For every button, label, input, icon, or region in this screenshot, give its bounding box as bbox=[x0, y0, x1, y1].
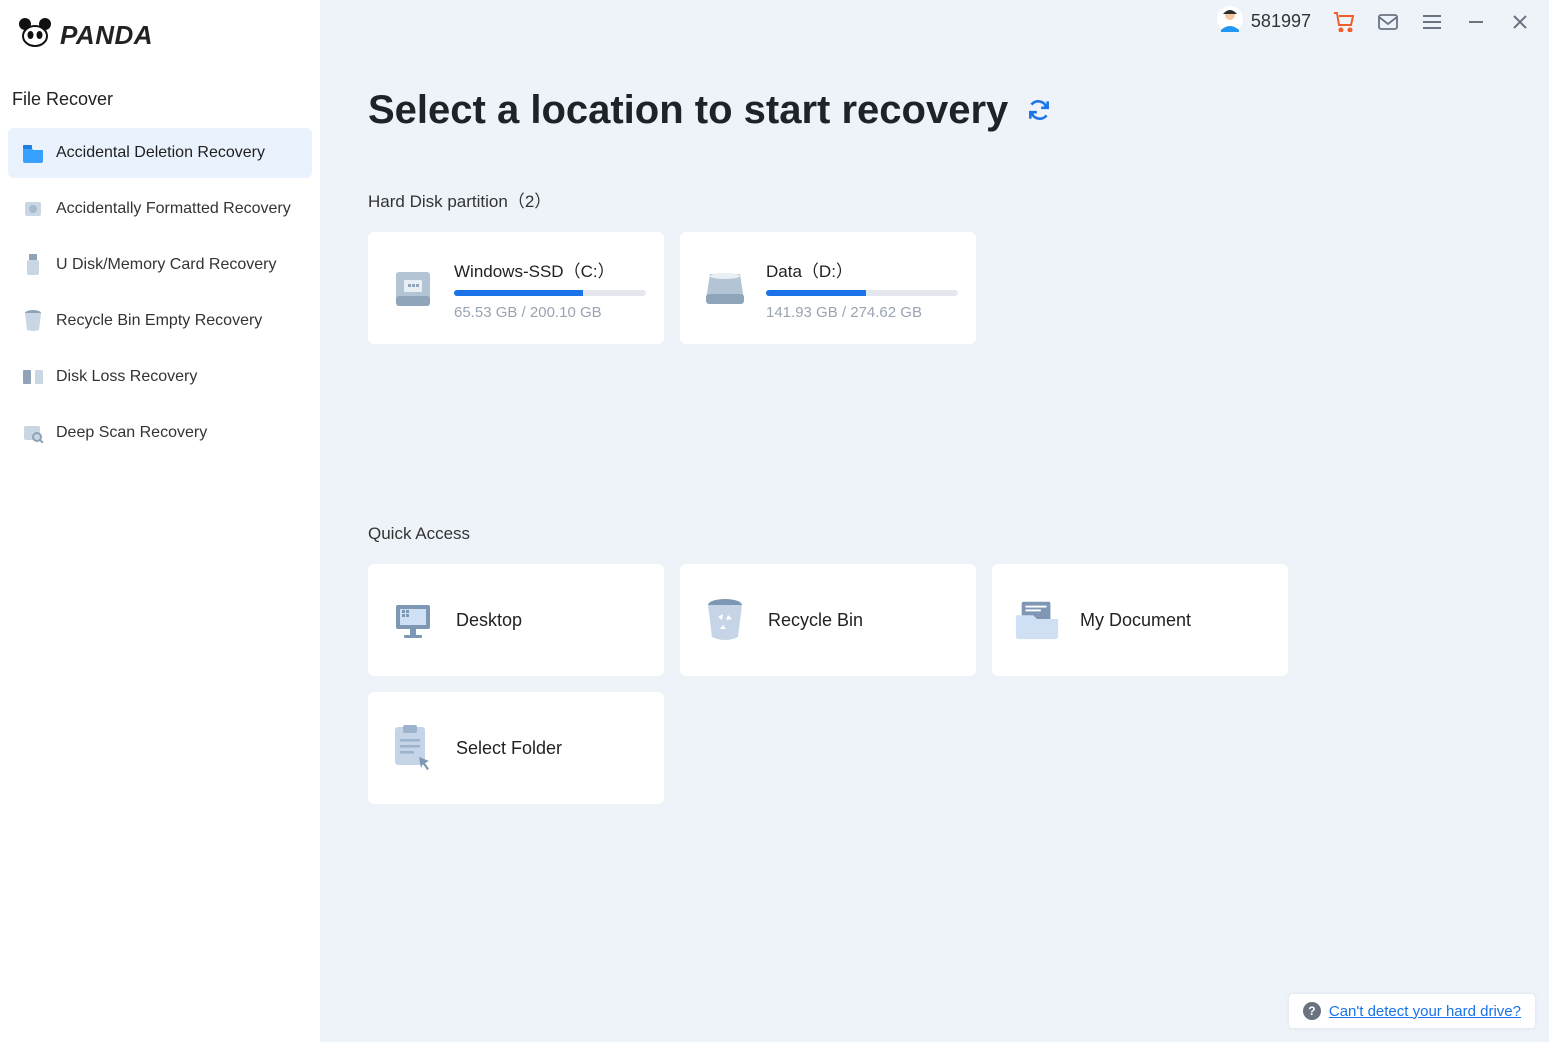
recycle-bin-icon bbox=[702, 597, 748, 643]
help-link[interactable]: Can't detect your hard drive? bbox=[1329, 1003, 1521, 1020]
sidebar-item-label: Recycle Bin Empty Recovery bbox=[56, 312, 262, 330]
partitions-heading: Hard Disk partition（2） bbox=[368, 187, 1501, 212]
sidebar-item-deep-scan[interactable]: Deep Scan Recovery bbox=[8, 408, 312, 458]
search-disk-icon bbox=[22, 422, 44, 444]
qa-card-select-folder[interactable]: Select Folder bbox=[368, 692, 664, 804]
sidebar-item-label: U Disk/Memory Card Recovery bbox=[56, 256, 276, 274]
sidebar-item-label: Accidentally Formatted Recovery bbox=[56, 200, 291, 218]
sidebar-item-usb[interactable]: U Disk/Memory Card Recovery bbox=[8, 240, 312, 290]
qa-card-desktop[interactable]: Desktop bbox=[368, 564, 664, 676]
sidebar-item-recycle-bin[interactable]: Recycle Bin Empty Recovery bbox=[8, 296, 312, 346]
page-title: Select a location to start recovery bbox=[368, 88, 1008, 133]
qa-label: Recycle Bin bbox=[768, 610, 863, 631]
sidebar-section-title: File Recover bbox=[8, 77, 312, 128]
partition-letter: （D:） bbox=[802, 262, 853, 281]
minimize-icon[interactable] bbox=[1465, 11, 1487, 33]
partition-progress-fill bbox=[766, 290, 866, 296]
desktop-monitor-icon bbox=[390, 597, 436, 643]
partition-card-c[interactable]: Windows-SSD（C:） 65.53 GB / 200.10 GB bbox=[368, 232, 664, 344]
select-folder-icon bbox=[390, 725, 436, 771]
folder-icon bbox=[22, 142, 44, 164]
qa-card-recycle-bin[interactable]: Recycle Bin bbox=[680, 564, 976, 676]
partition-card-d[interactable]: Data（D:） 141.93 GB / 274.62 GB bbox=[680, 232, 976, 344]
qa-card-my-document[interactable]: My Document bbox=[992, 564, 1288, 676]
disk-icon bbox=[22, 198, 44, 220]
partition-letter: （C:） bbox=[564, 262, 615, 281]
broken-disk-icon bbox=[22, 366, 44, 388]
panda-logo-icon bbox=[18, 18, 52, 53]
logo: PANDA bbox=[8, 14, 312, 77]
sidebar-nav: Accidental Deletion Recovery Accidentall… bbox=[8, 128, 312, 458]
user-id: 581997 bbox=[1251, 11, 1311, 32]
quick-access-section: Quick Access Desktop Recycle Bin My Docu… bbox=[368, 524, 1501, 804]
partition-name: Windows-SSD bbox=[454, 262, 564, 281]
usb-icon bbox=[22, 254, 44, 276]
sidebar-item-label: Deep Scan Recovery bbox=[56, 424, 207, 442]
mail-icon[interactable] bbox=[1377, 11, 1399, 33]
sidebar-item-label: Disk Loss Recovery bbox=[56, 368, 197, 386]
help-question-icon: ? bbox=[1303, 1002, 1321, 1020]
qa-label: Desktop bbox=[456, 610, 522, 631]
user-badge[interactable]: 581997 bbox=[1217, 6, 1311, 37]
cart-icon[interactable] bbox=[1333, 11, 1355, 33]
brand-text: PANDA bbox=[60, 20, 153, 51]
drive-icon bbox=[702, 266, 748, 312]
trash-icon bbox=[22, 310, 44, 332]
close-icon[interactable] bbox=[1509, 11, 1531, 33]
avatar-icon bbox=[1217, 6, 1243, 37]
quick-access-cards: Desktop Recycle Bin My Document Select F… bbox=[368, 564, 1501, 804]
document-folder-icon bbox=[1014, 597, 1060, 643]
qa-label: Select Folder bbox=[456, 738, 562, 759]
menu-icon[interactable] bbox=[1421, 11, 1443, 33]
sidebar-item-label: Accidental Deletion Recovery bbox=[56, 144, 265, 162]
partition-progress bbox=[766, 290, 958, 296]
sidebar-item-accidental-deletion[interactable]: Accidental Deletion Recovery bbox=[8, 128, 312, 178]
partition-progress-fill bbox=[454, 290, 583, 296]
qa-label: My Document bbox=[1080, 610, 1191, 631]
sidebar-item-formatted[interactable]: Accidentally Formatted Recovery bbox=[8, 184, 312, 234]
sidebar-item-disk-loss[interactable]: Disk Loss Recovery bbox=[8, 352, 312, 402]
help-chip[interactable]: ? Can't detect your hard drive? bbox=[1289, 994, 1535, 1028]
partition-name: Data bbox=[766, 262, 802, 281]
drive-icon bbox=[390, 266, 436, 312]
refresh-icon[interactable] bbox=[1026, 88, 1052, 133]
sidebar: PANDA File Recover Accidental Deletion R… bbox=[0, 0, 320, 1042]
partition-progress bbox=[454, 290, 646, 296]
topbar: 581997 bbox=[1217, 6, 1531, 37]
quick-access-heading: Quick Access bbox=[368, 524, 1501, 544]
main: 581997 Select a location to start recove… bbox=[320, 0, 1549, 1042]
partition-cards: Windows-SSD（C:） 65.53 GB / 200.10 GB Dat… bbox=[368, 232, 1501, 344]
